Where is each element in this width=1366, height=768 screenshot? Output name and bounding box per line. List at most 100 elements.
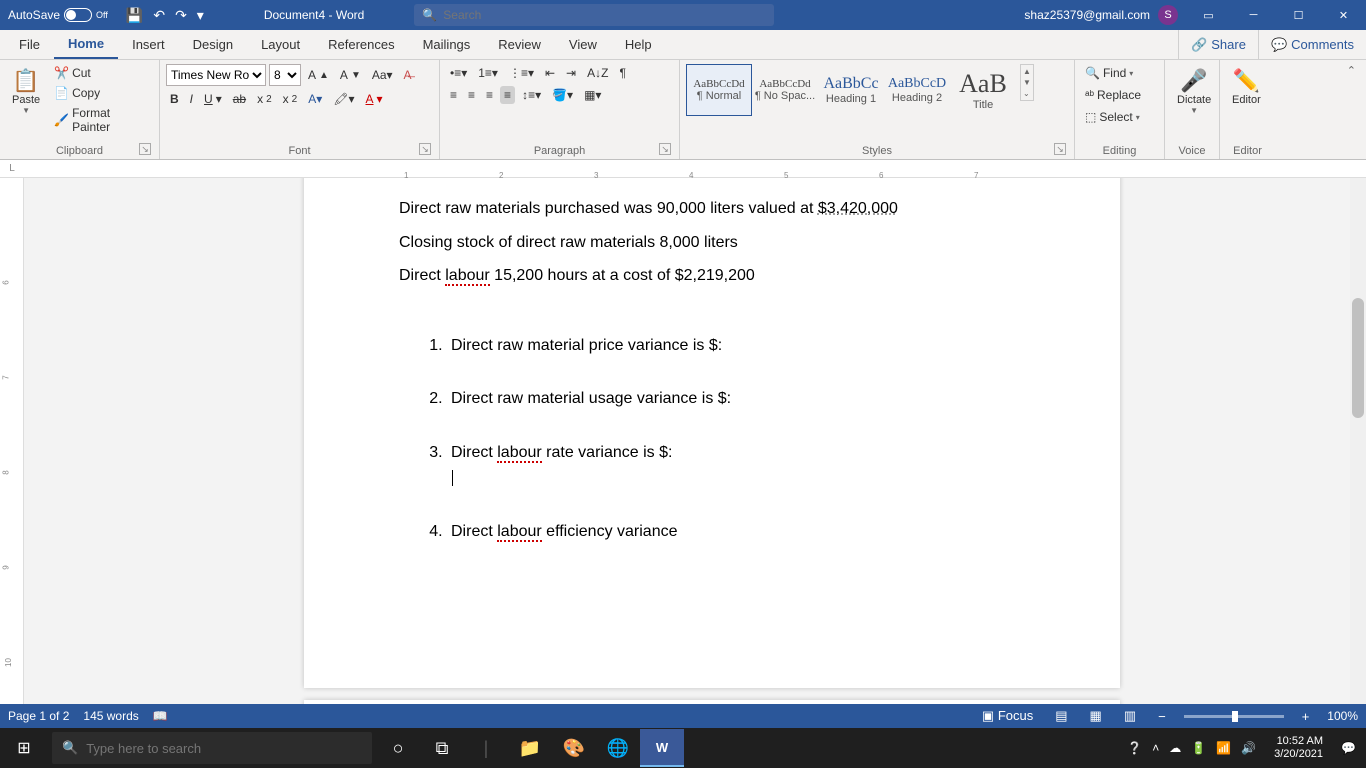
align-right-icon[interactable]: ≡ — [482, 86, 497, 104]
line-spacing-icon[interactable]: ↕≡▾ — [518, 86, 545, 104]
find-button[interactable]: 🔍Find▾ — [1081, 64, 1137, 82]
underline-button[interactable]: U▾ — [200, 90, 226, 108]
tab-references[interactable]: References — [314, 30, 408, 59]
bold-button[interactable]: B — [166, 90, 183, 108]
clear-formatting-icon[interactable]: A̶ — [400, 66, 416, 84]
align-left-icon[interactable]: ≡ — [446, 86, 461, 104]
vertical-ruler[interactable]: 6 7 8 9 10 — [0, 178, 24, 730]
tab-review[interactable]: Review — [484, 30, 555, 59]
change-case-icon[interactable]: Aa▾ — [368, 66, 397, 84]
paragraph-launcher-icon[interactable]: ↘ — [659, 143, 671, 155]
chrome-icon[interactable]: 🌐 — [596, 728, 640, 768]
bullets-icon[interactable]: •≡▾ — [446, 64, 471, 82]
decrease-indent-icon[interactable]: ⇤ — [541, 64, 559, 82]
font-size-select[interactable]: 8 — [269, 64, 301, 86]
tray-chevron-icon[interactable]: ˄ — [1152, 741, 1159, 755]
toggle-switch-icon[interactable] — [64, 8, 92, 22]
zoom-level[interactable]: 100% — [1327, 709, 1358, 723]
editor-button[interactable]: ✏️ Editor — [1226, 64, 1267, 110]
style-title[interactable]: AaBTitle — [950, 64, 1016, 116]
app-icon[interactable]: 🎨 — [552, 728, 596, 768]
paragraph[interactable]: Direct labour 15,200 hours at a cost of … — [399, 263, 1025, 289]
cortana-icon[interactable]: ○ — [376, 728, 420, 768]
styles-scroll-down-icon[interactable]: ▼ — [1023, 78, 1031, 87]
zoom-in-button[interactable]: + — [1298, 709, 1314, 724]
task-view-icon[interactable]: ⧉ — [420, 728, 464, 768]
tab-file[interactable]: File — [5, 30, 54, 59]
style-heading1[interactable]: AaBbCcHeading 1 — [818, 64, 884, 116]
font-name-select[interactable]: Times New Rom — [166, 64, 266, 86]
proofing-icon[interactable]: 📖 — [153, 709, 168, 723]
increase-font-icon[interactable]: A▲ — [304, 66, 333, 84]
minimize-button[interactable]: ─ — [1231, 0, 1276, 30]
search-input[interactable] — [443, 8, 766, 22]
horizontal-ruler[interactable]: L 1 2 3 4 5 6 7 — [0, 160, 1366, 178]
decrease-font-icon[interactable]: A▼ — [336, 66, 365, 84]
taskbar-search-input[interactable] — [86, 741, 362, 756]
close-button[interactable]: ✕ — [1321, 0, 1366, 30]
clock[interactable]: 10:52 AM 3/20/2021 — [1266, 735, 1331, 761]
select-button[interactable]: ⬚Select▾ — [1081, 108, 1144, 126]
paste-button[interactable]: 📋 Paste ▼ — [6, 64, 46, 119]
tab-view[interactable]: View — [555, 30, 611, 59]
sort-icon[interactable]: A↓Z — [583, 64, 612, 82]
paragraph[interactable]: Closing stock of direct raw materials 8,… — [399, 230, 1025, 256]
zoom-slider[interactable] — [1184, 715, 1284, 718]
ribbon-display-icon[interactable]: ▭ — [1186, 0, 1231, 30]
focus-mode-button[interactable]: ▣ Focus — [978, 708, 1037, 724]
cut-button[interactable]: ✂️Cut — [50, 64, 153, 82]
strikethrough-button[interactable]: ab — [229, 90, 250, 108]
undo-icon[interactable]: ↶ — [153, 7, 165, 24]
zoom-out-button[interactable]: − — [1154, 709, 1170, 724]
styles-expand-icon[interactable]: ⌄ — [1023, 89, 1031, 98]
numbering-icon[interactable]: 1≡▾ — [474, 64, 502, 82]
zoom-thumb[interactable] — [1232, 711, 1238, 722]
text-effects-icon[interactable]: A▾ — [304, 90, 326, 108]
list-item[interactable]: Direct labour rate variance is $: — [447, 426, 1025, 505]
save-icon[interactable]: 💾 — [126, 7, 143, 24]
wifi-icon[interactable]: 📶 — [1216, 741, 1231, 755]
style-heading2[interactable]: AaBbCcDHeading 2 — [884, 64, 950, 116]
word-count[interactable]: 145 words — [83, 709, 138, 723]
tab-mailings[interactable]: Mailings — [409, 30, 485, 59]
styles-gallery[interactable]: AaBbCcDd¶ Normal AaBbCcDd¶ No Spac... Aa… — [686, 64, 1016, 116]
justify-icon[interactable]: ≡ — [500, 86, 515, 104]
subscript-button[interactable]: x2 — [253, 90, 276, 108]
start-button[interactable]: ⊞ — [0, 738, 48, 758]
dictate-button[interactable]: 🎤 Dictate ▼ — [1171, 64, 1217, 119]
maximize-button[interactable]: ☐ — [1276, 0, 1321, 30]
share-button[interactable]: 🔗Share — [1178, 30, 1258, 59]
paragraph[interactable]: Direct raw materials purchased was 90,00… — [399, 196, 1025, 222]
style-normal[interactable]: AaBbCcDd¶ Normal — [686, 64, 752, 116]
account-area[interactable]: shaz25379@gmail.com S — [1016, 5, 1186, 25]
tell-me-search[interactable]: 🔍 — [414, 4, 774, 26]
print-layout-icon[interactable]: ▦ — [1086, 708, 1106, 724]
read-mode-icon[interactable]: ▤ — [1051, 708, 1071, 724]
increase-indent-icon[interactable]: ⇥ — [562, 64, 580, 82]
multilevel-list-icon[interactable]: ⋮≡▾ — [505, 64, 538, 82]
superscript-button[interactable]: x2 — [279, 90, 302, 108]
format-painter-button[interactable]: 🖌️Format Painter — [50, 104, 153, 136]
styles-launcher-icon[interactable]: ↘ — [1054, 143, 1066, 155]
show-marks-icon[interactable]: ¶ — [615, 64, 629, 82]
scrollbar-thumb[interactable] — [1352, 298, 1364, 418]
tab-help[interactable]: Help — [611, 30, 666, 59]
help-icon[interactable]: ❔ — [1127, 741, 1142, 755]
page-indicator[interactable]: Page 1 of 2 — [8, 709, 69, 723]
notifications-icon[interactable]: 💬 — [1341, 741, 1356, 755]
tab-design[interactable]: Design — [179, 30, 247, 59]
styles-scroll-up-icon[interactable]: ▲ — [1023, 67, 1031, 76]
style-no-spacing[interactable]: AaBbCcDd¶ No Spac... — [752, 64, 818, 116]
comments-button[interactable]: 💬Comments — [1258, 30, 1366, 59]
highlight-icon[interactable]: 🖍▾ — [329, 90, 358, 108]
autosave-toggle[interactable]: AutoSave Off — [0, 8, 116, 22]
copy-button[interactable]: 📄Copy — [50, 84, 153, 102]
word-taskbar-icon[interactable]: W — [640, 729, 684, 767]
document-page[interactable]: Direct raw materials purchased was 90,00… — [304, 178, 1120, 688]
align-center-icon[interactable]: ≡ — [464, 86, 479, 104]
vertical-scrollbar[interactable] — [1350, 178, 1366, 730]
list-item[interactable]: Direct raw material price variance is $: — [447, 319, 1025, 373]
avatar[interactable]: S — [1158, 5, 1178, 25]
onedrive-icon[interactable]: ☁ — [1169, 741, 1181, 755]
collapse-ribbon-icon[interactable]: ⌃ — [1337, 60, 1366, 159]
